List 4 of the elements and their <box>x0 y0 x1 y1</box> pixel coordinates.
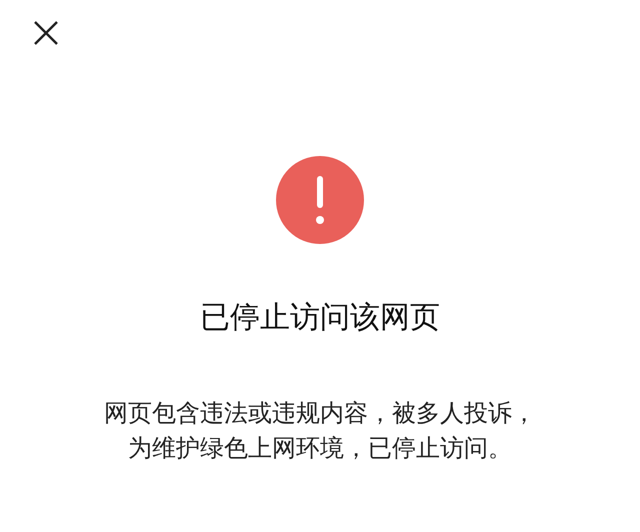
message-text: 网页包含违法或违规内容，被多人投诉，为维护绿色上网环境，已停止访问。 <box>103 398 537 464</box>
close-button[interactable] <box>33 20 59 46</box>
page-title: 已停止访问该网页 <box>200 300 440 336</box>
alert-icon <box>276 156 364 244</box>
